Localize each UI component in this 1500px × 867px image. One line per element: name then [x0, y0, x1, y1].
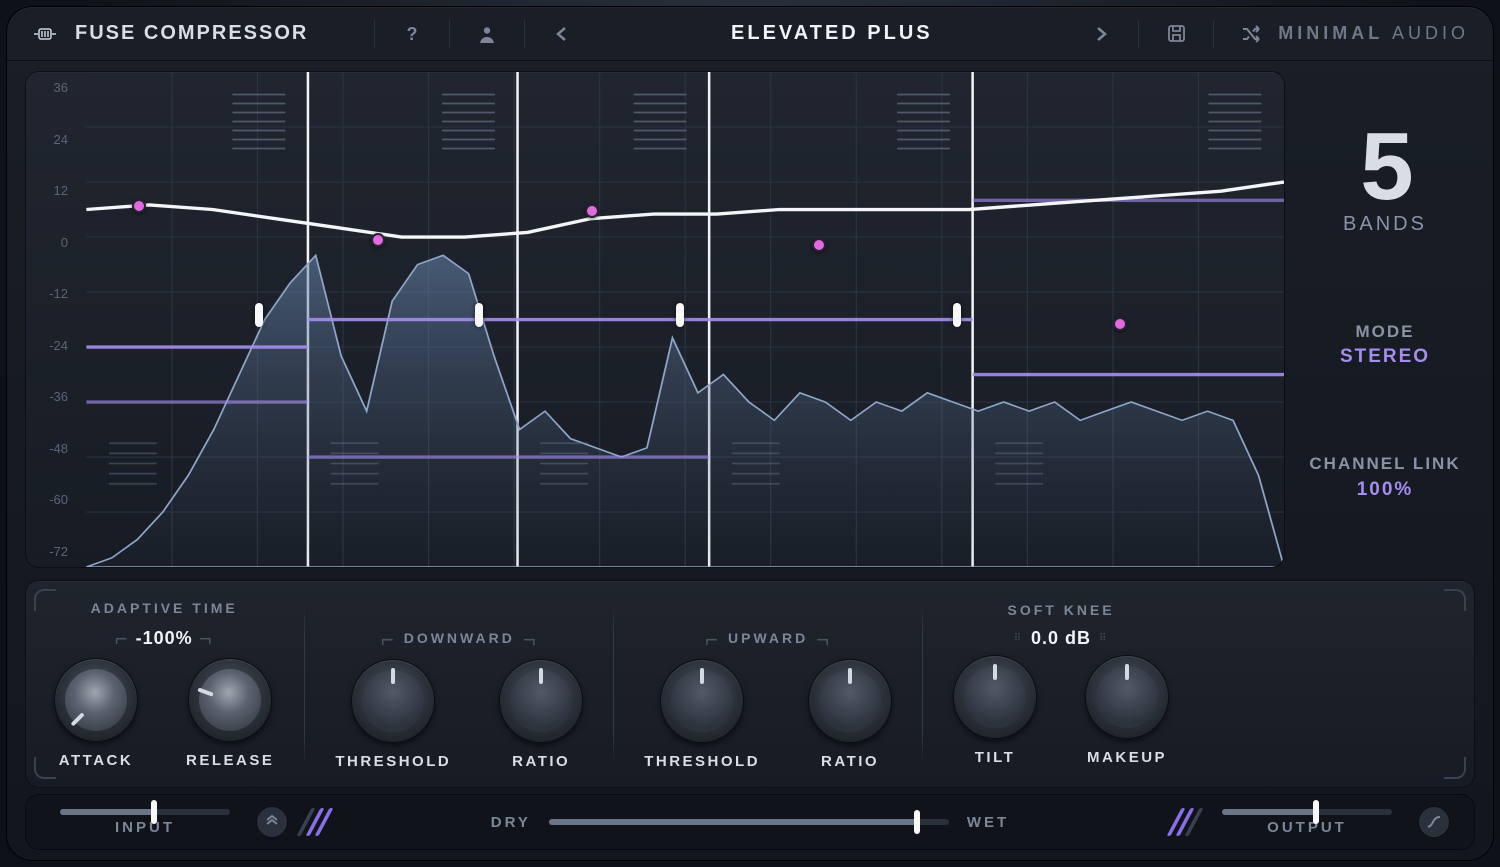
bands-selector[interactable]: 5 BANDS	[1343, 126, 1427, 237]
output-slider[interactable]	[1222, 809, 1392, 815]
band-handle-2[interactable]	[371, 233, 385, 247]
channel-link-control[interactable]: CHANNEL LINK 100%	[1309, 453, 1460, 501]
account-button[interactable]	[468, 15, 506, 53]
upward-ratio-knob[interactable]	[808, 659, 892, 743]
product-logo-icon	[31, 25, 59, 43]
tilt-knob[interactable]	[953, 655, 1037, 739]
upward-group: ⌐UPWARD¬ THRESHOLD RATIO	[644, 599, 892, 770]
upward-threshold-knob[interactable]	[660, 659, 744, 743]
downward-group: ⌐DOWNWARD¬ THRESHOLD RATIO	[335, 599, 583, 770]
band-handle-5[interactable]	[1113, 317, 1127, 331]
crossover-handle-3[interactable]	[676, 303, 684, 327]
randomize-button[interactable]	[1232, 15, 1270, 53]
bands-count: 5	[1343, 126, 1427, 208]
preset-prev-button[interactable]	[543, 15, 581, 53]
decorative-stripes-left-icon	[297, 808, 334, 836]
y-axis-ticks: 36 24 12 0 -12 -24 -36 -48 -60 -72	[26, 72, 74, 567]
spectrum-svg	[26, 72, 1284, 567]
attack-knob[interactable]	[54, 658, 138, 742]
output-group: SOFT KNEE ⠿0.0 dB⠿ TILT MAKEUP	[953, 602, 1169, 766]
preset-next-button[interactable]	[1082, 15, 1120, 53]
svg-text:?: ?	[407, 24, 418, 44]
downward-ratio-knob[interactable]	[499, 659, 583, 743]
limiter-button[interactable]	[1418, 806, 1450, 838]
mode-selector[interactable]: MODE STEREO	[1340, 322, 1430, 368]
spectrum-graph[interactable]: 36 24 12 0 -12 -24 -36 -48 -60 -72	[25, 71, 1285, 568]
knob-strip: ADAPTIVE TIME ⌐-100%¬ ATTACK RELEASE ⌐DO…	[25, 580, 1475, 788]
crossover-handle-4[interactable]	[953, 303, 961, 327]
band-handle-3[interactable]	[585, 204, 599, 218]
adaptive-time-group: ADAPTIVE TIME ⌐-100%¬ ATTACK RELEASE	[54, 600, 274, 769]
main-area: 36 24 12 0 -12 -24 -36 -48 -60 -72	[7, 61, 1493, 574]
band-handle-4[interactable]	[812, 238, 826, 252]
downward-threshold-knob[interactable]	[351, 659, 435, 743]
decorative-stripes-right-icon	[1167, 808, 1204, 836]
header-bar: FUSE COMPRESSOR ? ELEVATED PLUS MINIMAL …	[7, 7, 1493, 61]
plugin-window: FUSE COMPRESSOR ? ELEVATED PLUS MINIMAL …	[6, 6, 1494, 861]
dry-wet-slider[interactable]	[549, 819, 949, 825]
crossover-handle-1[interactable]	[255, 303, 263, 327]
save-preset-button[interactable]	[1157, 15, 1195, 53]
input-expand-button[interactable]	[256, 806, 288, 838]
brand-label: MINIMAL AUDIO	[1278, 23, 1469, 44]
band-handle-1[interactable]	[132, 199, 146, 213]
side-panel: 5 BANDS MODE STEREO CHANNEL LINK 100%	[1295, 71, 1475, 568]
input-slider[interactable]	[60, 809, 230, 815]
help-button[interactable]: ?	[393, 15, 431, 53]
crossover-handle-2[interactable]	[475, 303, 483, 327]
makeup-knob[interactable]	[1085, 655, 1169, 739]
soft-knee-value[interactable]: 0.0 dB	[1031, 628, 1091, 649]
release-knob[interactable]	[188, 658, 272, 742]
io-bar: INPUT DRY WET OUTPUT	[25, 794, 1475, 850]
product-title: FUSE COMPRESSOR	[75, 22, 308, 45]
adaptive-time-value[interactable]: -100%	[136, 628, 193, 649]
preset-name[interactable]: ELEVATED PLUS	[589, 22, 1074, 45]
